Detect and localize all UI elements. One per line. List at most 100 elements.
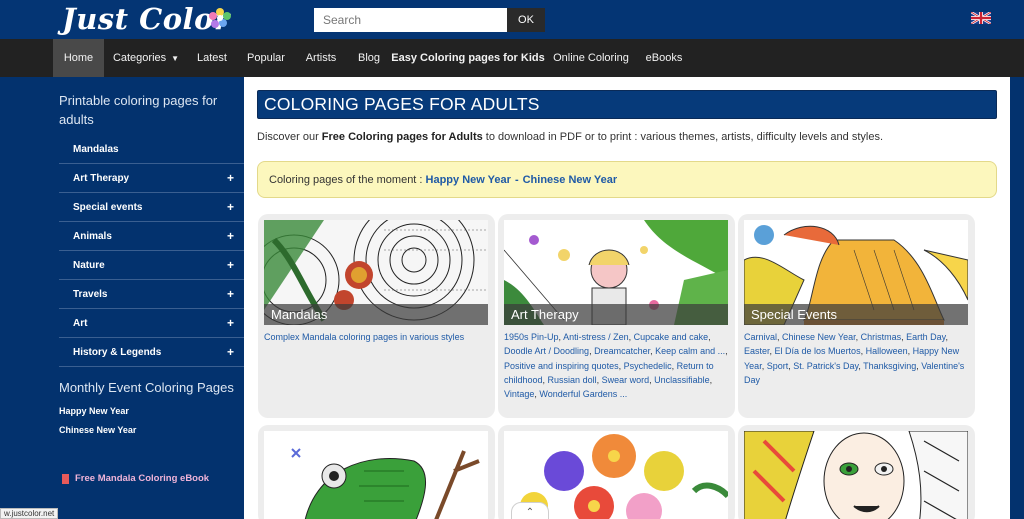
nav-ebooks-label: eBooks	[645, 52, 683, 64]
nav-blog-label: Blog	[357, 52, 381, 64]
free-ebook-link[interactable]: Free Mandala Coloring eBook	[62, 473, 209, 484]
sidebar-item-label: Animals	[73, 230, 112, 242]
intro-bold: Free Coloring pages for Adults	[321, 131, 483, 143]
intro-text: Discover our Free Coloring pages for Adu…	[257, 131, 883, 143]
scroll-to-top-button[interactable]: ⌃	[511, 502, 549, 519]
card-link[interactable]: Easter	[744, 346, 770, 356]
card-link[interactable]: 1950s Pin-Up	[504, 332, 559, 342]
moment-link-happy-new-year[interactable]: Happy New Year	[426, 174, 511, 186]
plus-icon[interactable]: +	[227, 171, 234, 185]
card-link[interactable]: Sport	[767, 361, 789, 371]
card-link[interactable]: Anti-stress / Zen	[563, 332, 629, 342]
intro-prefix: Discover our	[257, 131, 322, 143]
card-link[interactable]: St. Patrick's Day	[793, 361, 858, 371]
sidebar-item-label: Nature	[73, 259, 105, 271]
plus-icon[interactable]: +	[227, 287, 234, 301]
sidebar-item-special-events[interactable]: Special events +	[59, 193, 244, 222]
card-link[interactable]: Chinese New Year	[782, 332, 856, 342]
sidebar-item-label: Mandalas	[73, 143, 119, 155]
card-link[interactable]: Halloween	[866, 346, 908, 356]
nav-latest[interactable]: Latest	[190, 39, 234, 77]
nav-blog[interactable]: Blog	[351, 39, 387, 77]
card-label-mandalas: Mandalas	[264, 304, 488, 325]
nav-categories[interactable]: Categories ▼	[106, 39, 186, 77]
main-content: COLORING PAGES FOR ADULTS Discover our F…	[244, 77, 1010, 519]
sidebar-item-label: Travels	[73, 288, 108, 300]
search-input[interactable]	[314, 8, 507, 32]
card-label-special-events: Special Events	[744, 304, 968, 325]
moment-link-chinese-new-year[interactable]: Chinese New Year	[523, 174, 618, 186]
sidebar-item-label: Art Therapy	[73, 172, 130, 184]
event-link-happy-new-year[interactable]: Happy New Year	[59, 406, 129, 416]
card-link[interactable]: Thanksgiving	[863, 361, 916, 371]
card-links-special-events: Carnival, Chinese New Year, Christmas, E…	[744, 332, 965, 385]
card-link[interactable]: Complex Mandala coloring pages in variou…	[264, 332, 464, 342]
card-link[interactable]: Doodle Art / Doodling	[504, 346, 589, 356]
nav-easy-kids[interactable]: Easy Coloring pages for Kids	[391, 39, 544, 77]
event-link-chinese-new-year[interactable]: Chinese New Year	[59, 425, 136, 435]
card-link[interactable]: Psychedelic	[624, 361, 672, 371]
card-image-art-therapy[interactable]: Art Therapy	[504, 220, 728, 325]
sidebar-item-label: Special events	[73, 201, 143, 213]
nav-popular-label: Popular	[247, 52, 285, 64]
nav-online-coloring-label: Online Coloring	[553, 52, 629, 64]
plus-icon[interactable]: +	[227, 316, 234, 330]
card-link[interactable]: Earth Day	[906, 332, 945, 342]
card-link[interactable]: Carnival	[744, 332, 777, 342]
sidebar-item-mandalas[interactable]: Mandalas	[59, 135, 244, 164]
sidebar-item-art-therapy[interactable]: Art Therapy +	[59, 164, 244, 193]
card-label-art-therapy: Art Therapy	[504, 304, 728, 325]
main-nav: Home Categories ▼ Latest Popular Artists …	[0, 39, 1024, 77]
nav-home[interactable]: Home	[53, 39, 104, 77]
page-title: COLORING PAGES FOR ADULTS	[257, 90, 997, 119]
plus-icon[interactable]: +	[227, 258, 234, 272]
nav-ebooks[interactable]: eBooks	[642, 39, 686, 77]
category-card-mandalas: Mandalas Complex Mandala coloring pages …	[258, 214, 495, 418]
right-gutter	[1010, 77, 1024, 519]
status-bar-url: w.justcolor.net	[0, 508, 59, 519]
nav-latest-label: Latest	[197, 52, 227, 64]
chevron-down-icon: ▼	[171, 53, 180, 63]
card-link[interactable]: Unclassifiable	[654, 375, 710, 385]
sidebar-title: Printable coloring pages for adults	[59, 93, 218, 127]
card-image-art[interactable]	[744, 431, 968, 519]
plus-icon[interactable]: +	[227, 229, 234, 243]
ebook-label: Free Mandala Coloring eBook	[75, 473, 210, 484]
sidebar-item-history-legends[interactable]: History & Legends +	[59, 338, 244, 367]
card-link[interactable]: Wonderful Gardens ...	[539, 389, 627, 399]
moment-banner: Coloring pages of the moment : Happy New…	[257, 161, 997, 198]
plus-icon[interactable]: +	[227, 345, 234, 359]
sidebar-item-label: History & Legends	[73, 346, 162, 358]
intro-suffix: to download in PDF or to print : various…	[482, 131, 883, 143]
card-link[interactable]: Keep calm and ...	[655, 346, 725, 356]
sidebar: Printable coloring pages for adults Mand…	[0, 77, 244, 519]
site-header: Just Color OK	[0, 0, 1024, 39]
category-card-animals	[258, 425, 495, 519]
card-link[interactable]: Positive and inspiring quotes	[504, 361, 619, 371]
chevron-up-icon: ⌃	[525, 506, 535, 518]
card-link[interactable]: Cupcake and cake	[634, 332, 709, 342]
sidebar-item-animals[interactable]: Animals +	[59, 222, 244, 251]
card-link[interactable]: Christmas	[861, 332, 902, 342]
uk-flag-icon[interactable]	[971, 12, 991, 24]
card-image-special-events[interactable]: Special Events	[744, 220, 968, 325]
nav-easy-kids-label: Easy Coloring pages for Kids	[391, 52, 545, 64]
card-image-animals[interactable]	[264, 431, 488, 519]
card-link[interactable]: Swear word	[602, 375, 650, 385]
sidebar-item-nature[interactable]: Nature +	[59, 251, 244, 280]
nav-artists-label: Artists	[305, 52, 337, 64]
card-image-mandalas[interactable]: Mandalas	[264, 220, 488, 325]
nav-online-coloring[interactable]: Online Coloring	[549, 39, 633, 77]
nav-popular[interactable]: Popular	[241, 39, 291, 77]
moment-label: Coloring pages of the moment :	[269, 173, 426, 186]
nav-artists[interactable]: Artists	[299, 39, 343, 77]
sidebar-item-art[interactable]: Art +	[59, 309, 244, 338]
plus-icon[interactable]: +	[227, 200, 234, 214]
palette-logo-icon	[209, 8, 231, 28]
card-link[interactable]: El Día de los Muertos	[775, 346, 861, 356]
card-link[interactable]: Vintage	[504, 389, 534, 399]
search-button[interactable]: OK	[507, 8, 545, 32]
card-link[interactable]: Dreamcatcher	[594, 346, 650, 356]
card-link[interactable]: Russian doll	[548, 375, 597, 385]
sidebar-item-travels[interactable]: Travels +	[59, 280, 244, 309]
